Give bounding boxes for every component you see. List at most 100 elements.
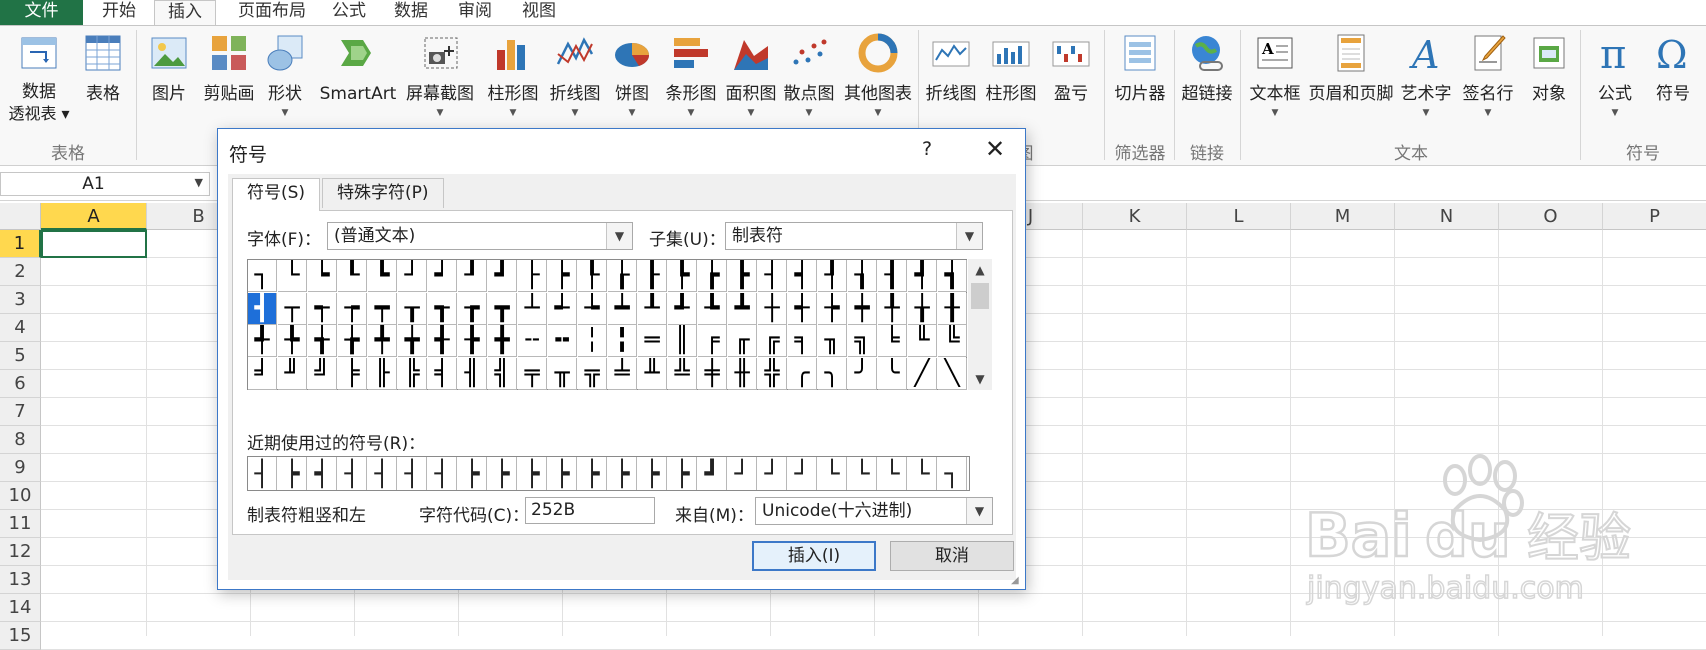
symbol-cell[interactable]: ┚ — [458, 260, 487, 292]
recent-symbols-row[interactable]: ┤ ┝ ┥ ┤ ┤ ┤ ┤ ┝ ┝ ┝ ┝ ┝ ┝ ┝ ┝ ┛ ┘ ┘ ┘ └ └ └ └ ┐ — [247, 456, 970, 491]
tab-special-characters[interactable]: 特殊字符(P) — [322, 178, 444, 208]
row-header[interactable]: 13 — [0, 566, 41, 594]
name-box[interactable]: A1 ▼ — [0, 172, 210, 196]
symbol-cell[interactable]: ┶ — [578, 292, 607, 325]
recent-symbol-cell[interactable]: ┝ — [518, 457, 547, 490]
symbol-cell[interactable]: ╤ — [518, 357, 547, 390]
row-header[interactable]: 12 — [0, 538, 41, 566]
chevron-up-icon[interactable]: ▲ — [968, 259, 992, 281]
recent-symbol-cell[interactable]: ┛ — [698, 457, 727, 490]
column-header[interactable]: P — [1603, 203, 1706, 230]
symbol-cell[interactable]: ╖ — [818, 325, 847, 357]
symbol-cell[interactable]: ┘ — [398, 260, 427, 292]
symbol-cell[interactable]: ╏ — [608, 325, 637, 357]
pivot-table-button[interactable]: 数据 透视表 ▾ — [4, 26, 74, 146]
symbol-cell[interactable]: ┣ — [728, 260, 757, 292]
header-footer-button[interactable]: 页眉和页脚 — [1306, 26, 1396, 146]
column-header[interactable]: N — [1395, 203, 1499, 230]
active-cell-a1[interactable] — [41, 230, 147, 258]
hyperlink-button[interactable]: 超链接 — [1176, 26, 1238, 146]
symbol-cell[interactable]: ┩ — [908, 260, 937, 292]
tab-review[interactable]: 审阅 — [452, 0, 498, 25]
recent-symbol-cell[interactable]: ┤ — [248, 457, 277, 490]
symbol-cell[interactable]: ╱ — [908, 357, 937, 390]
symbol-cell[interactable]: ┿ — [848, 292, 877, 325]
row-header[interactable]: 3 — [0, 286, 41, 314]
equation-button[interactable]: π 公式 ▼ — [1584, 26, 1646, 146]
row-header[interactable]: 1 — [0, 230, 41, 258]
symbol-cell[interactable]: ┛ — [488, 260, 517, 292]
recent-symbol-cell[interactable]: ┥ — [308, 457, 337, 490]
symbol-cell[interactable]: ╟ — [368, 357, 397, 390]
symbol-cell[interactable]: ┫ — [248, 292, 277, 325]
picture-button[interactable]: 图片 — [138, 26, 200, 146]
symbol-cell[interactable]: ╥ — [548, 357, 577, 390]
symbol-cell[interactable]: ┖ — [338, 260, 367, 292]
tab-insert[interactable]: 插入 — [154, 0, 216, 26]
char-code-input[interactable]: 252B — [525, 497, 655, 524]
symbol-cell[interactable]: ╉ — [428, 325, 457, 357]
recent-symbol-cell[interactable]: └ — [908, 457, 937, 490]
symbol-cell[interactable]: ═ — [638, 325, 667, 357]
symbol-cell[interactable]: ╎ — [578, 325, 607, 357]
symbol-cell[interactable]: ┯ — [368, 292, 397, 325]
symbol-cell[interactable]: ╕ — [788, 325, 817, 357]
symbol-cell[interactable]: ╈ — [398, 325, 427, 357]
symbol-cell[interactable]: ╛ — [248, 357, 277, 390]
symbol-cell[interactable]: └ — [278, 260, 307, 292]
symbol-cell[interactable]: ┕ — [308, 260, 337, 292]
symbol-cell[interactable]: ┦ — [818, 260, 847, 292]
row-header[interactable]: 6 — [0, 370, 41, 398]
row-header[interactable]: 4 — [0, 314, 41, 342]
symbol-cell[interactable]: ┳ — [488, 292, 517, 325]
symbol-cell[interactable]: ╒ — [698, 325, 727, 357]
chevron-down-icon[interactable]: ▼ — [966, 498, 992, 524]
row-header[interactable]: 2 — [0, 258, 41, 286]
subset-select[interactable]: 制表符 ▼ — [725, 222, 983, 250]
symbol-cell[interactable]: ╝ — [308, 357, 337, 390]
symbol-cell[interactable]: ┙ — [428, 260, 457, 292]
symbol-cell[interactable]: ╞ — [338, 357, 367, 390]
symbol-cell[interactable]: ╔ — [758, 325, 787, 357]
tab-page-layout[interactable]: 页面布局 — [222, 0, 322, 25]
symbol-cell[interactable]: ╫ — [728, 357, 757, 390]
symbol-cell[interactable]: ╍ — [548, 325, 577, 357]
symbol-cell[interactable]: ╌ — [518, 325, 547, 357]
symbol-cell[interactable]: ┠ — [638, 260, 667, 292]
symbol-cell[interactable]: ╬ — [758, 357, 787, 390]
recent-symbol-cell[interactable]: ┤ — [428, 457, 457, 490]
symbol-cell[interactable]: ┥ — [788, 260, 817, 292]
symbol-cell[interactable]: ╓ — [728, 325, 757, 357]
symbol-cell[interactable]: ├ — [518, 260, 547, 292]
tab-view[interactable]: 视图 — [516, 0, 562, 25]
symbol-cell[interactable]: ┷ — [608, 292, 637, 325]
symbol-cell[interactable]: ┗ — [368, 260, 397, 292]
object-button[interactable]: 对象 — [1518, 26, 1580, 146]
symbol-cell[interactable]: ╧ — [608, 357, 637, 390]
symbol-cell[interactable]: ┵ — [548, 292, 577, 325]
symbol-cell[interactable]: ┹ — [668, 292, 697, 325]
symbol-cell[interactable]: ┮ — [338, 292, 367, 325]
wordart-button[interactable]: A 艺术字 ▼ — [1394, 26, 1458, 146]
row-header[interactable]: 8 — [0, 426, 41, 454]
symbol-cell[interactable]: ┻ — [728, 292, 757, 325]
chevron-down-icon[interactable]: ▼ — [606, 223, 632, 249]
column-header[interactable]: O — [1499, 203, 1603, 230]
symbol-cell[interactable]: ╩ — [668, 357, 697, 390]
recent-symbol-cell[interactable]: ┝ — [488, 457, 517, 490]
symbol-cell[interactable]: ┬ — [278, 292, 307, 325]
recent-symbol-cell[interactable]: ┝ — [578, 457, 607, 490]
recent-symbol-cell[interactable]: ┤ — [368, 457, 397, 490]
symbol-cell[interactable]: ╃ — [248, 325, 277, 357]
recent-symbol-cell[interactable]: └ — [818, 457, 847, 490]
symbol-cell[interactable]: ╊ — [458, 325, 487, 357]
symbol-cell[interactable]: ╘ — [878, 325, 907, 357]
tab-file[interactable]: 文件 — [0, 0, 83, 25]
recent-symbol-cell[interactable]: ┝ — [278, 457, 307, 490]
symbol-cell[interactable]: ╡ — [428, 357, 457, 390]
symbol-cell[interactable]: ╮ — [818, 357, 847, 390]
recent-symbol-cell[interactable]: ┘ — [788, 457, 817, 490]
symbol-cell[interactable]: ╅ — [308, 325, 337, 357]
column-header[interactable]: M — [1291, 203, 1395, 230]
symbol-cell[interactable]: ┐ — [248, 260, 277, 292]
